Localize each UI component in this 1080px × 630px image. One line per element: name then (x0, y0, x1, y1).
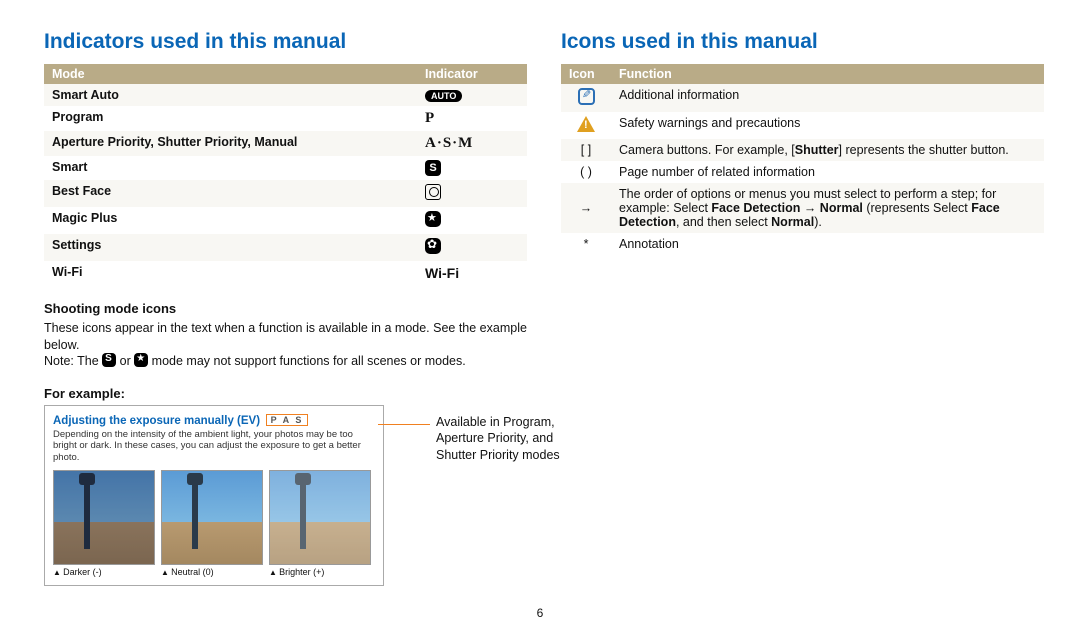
info-icon (578, 88, 595, 105)
table-row: Aperture Priority, Shutter Priority, Man… (44, 131, 527, 156)
thumb-darker (53, 470, 155, 565)
left-heading: Indicators used in this manual (44, 30, 527, 54)
table-row: ( ) Page number of related information (561, 161, 1044, 183)
table-row: Smart S (44, 156, 527, 180)
function-cell: Camera buttons. For example, [Shutter] r… (611, 139, 1044, 161)
example-title: Adjusting the exposure manually (EV) (53, 415, 260, 427)
mode-cell: Best Face (44, 180, 417, 207)
icon-cell: → (561, 183, 611, 233)
indicator-cell: S (417, 156, 527, 180)
smart-inline-icon (102, 353, 116, 367)
table-row: Smart Auto AUTO (44, 84, 527, 106)
bestface-icon (425, 184, 441, 200)
table-row: * Annotation (561, 233, 1044, 255)
thumb-wrap: Neutral (0) (161, 470, 263, 577)
right-heading: Icons used in this manual (561, 30, 1044, 54)
table-row: Program P (44, 106, 527, 131)
icons-table: Icon Function Additional information Saf… (561, 64, 1044, 255)
example-thumbs: Darker (-) Neutral (0) Brighter (+) (53, 470, 375, 577)
mode-cell: Smart Auto (44, 84, 417, 106)
table-row: Additional information (561, 84, 1044, 112)
mode-cell: Program (44, 106, 417, 131)
indicator-cell (417, 234, 527, 261)
table-row: → The order of options or menus you must… (561, 183, 1044, 233)
indicators-col-indicator: Indicator (417, 64, 527, 84)
icon-cell: [ ] (561, 139, 611, 161)
example-box: Adjusting the exposure manually (EV) P A… (44, 405, 384, 587)
asm-icon: A·S·M (425, 135, 473, 151)
callout-text: Available in Program, Aperture Priority,… (436, 414, 596, 463)
indicator-cell: AUTO (417, 84, 527, 106)
warning-icon (577, 116, 595, 132)
settings-icon (425, 238, 441, 254)
table-row: Magic Plus (44, 207, 527, 234)
thumb-label: Darker (-) (53, 567, 155, 577)
thumb-brighter (269, 470, 371, 565)
thumb-label: Neutral (0) (161, 567, 263, 577)
shooting-mode-body: These icons appear in the text when a fu… (44, 320, 527, 353)
icon-cell: ( ) (561, 161, 611, 183)
icon-cell (561, 112, 611, 139)
example-desc: Depending on the intensity of the ambien… (53, 429, 375, 465)
program-icon: P (425, 110, 435, 126)
thumb-label: Brighter (+) (269, 567, 371, 577)
table-row: Safety warnings and precautions (561, 112, 1044, 139)
mode-cell: Magic Plus (44, 207, 417, 234)
indicator-cell (417, 207, 527, 234)
shooting-mode-note: Note: The or mode may not support functi… (44, 353, 527, 370)
mode-cell: Wi-Fi (44, 261, 417, 285)
indicators-table: Mode Indicator Smart Auto AUTO Program P… (44, 64, 527, 285)
thumb-wrap: Darker (-) (53, 470, 155, 577)
table-row: Wi-Fi Wi-Fi (44, 261, 527, 285)
wifi-icon: Wi-Fi (425, 265, 459, 281)
function-cell: Safety warnings and precautions (611, 112, 1044, 139)
example-mode-badge: P A S (266, 414, 309, 426)
indicator-cell (417, 180, 527, 207)
thumb-neutral (161, 470, 263, 565)
indicator-cell: Wi-Fi (417, 261, 527, 285)
function-cell: Page number of related information (611, 161, 1044, 183)
auto-icon: AUTO (425, 90, 462, 102)
shooting-mode-heading: Shooting mode icons (44, 301, 527, 316)
table-row: Best Face (44, 180, 527, 207)
smart-icon: S (425, 160, 441, 176)
for-example-heading: For example: (44, 386, 527, 401)
icons-col-icon: Icon (561, 64, 611, 84)
indicator-cell: P (417, 106, 527, 131)
table-row: [ ] Camera buttons. For example, [Shutte… (561, 139, 1044, 161)
magicplus-icon (425, 211, 441, 227)
callout-line (378, 424, 430, 425)
magicplus-inline-icon (134, 353, 148, 367)
icon-cell: * (561, 233, 611, 255)
mode-cell: Settings (44, 234, 417, 261)
table-row: Settings (44, 234, 527, 261)
icons-col-function: Function (611, 64, 1044, 84)
mode-cell: Aperture Priority, Shutter Priority, Man… (44, 131, 417, 156)
mode-cell: Smart (44, 156, 417, 180)
function-cell: Additional information (611, 84, 1044, 112)
indicator-cell: A·S·M (417, 131, 527, 156)
function-cell: Annotation (611, 233, 1044, 255)
icon-cell (561, 84, 611, 112)
indicators-col-mode: Mode (44, 64, 417, 84)
page-number: 6 (537, 606, 544, 620)
function-cell: The order of options or menus you must s… (611, 183, 1044, 233)
thumb-wrap: Brighter (+) (269, 470, 371, 577)
